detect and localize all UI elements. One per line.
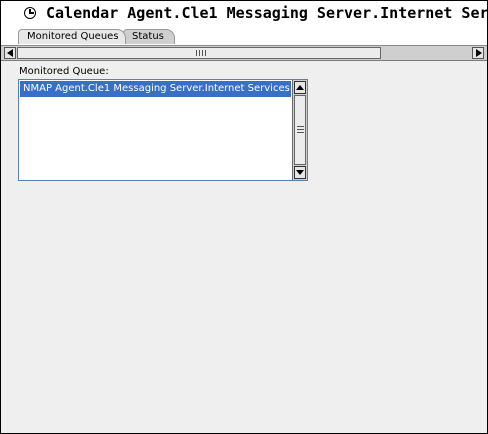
vertical-scrollbar[interactable] [292, 80, 307, 180]
scroll-down-arrow-icon[interactable] [294, 166, 306, 179]
list-item[interactable]: NMAP Agent.Cle1 Messaging Server.Interne… [20, 81, 291, 97]
agent-window: Calendar Agent.Cle1 Messaging Server.Int… [0, 0, 488, 434]
monitored-queue-list[interactable]: NMAP Agent.Cle1 Messaging Server.Interne… [18, 79, 308, 181]
tab-status[interactable]: Status [123, 29, 175, 44]
tab-monitored-queues[interactable]: Monitored Queues [18, 29, 126, 44]
clock-icon [24, 7, 36, 19]
tab-bar: Status Monitored Queues [1, 28, 487, 46]
monitored-queue-label: Monitored Queue: [19, 66, 109, 77]
horizontal-scroll-thumb[interactable] [17, 47, 381, 59]
grip-icon [196, 50, 206, 56]
window-title: Calendar Agent.Cle1 Messaging Server.Int… [46, 4, 487, 22]
vertical-scroll-thumb[interactable] [294, 95, 306, 165]
scroll-right-arrow-icon[interactable] [472, 47, 484, 59]
scroll-left-arrow-icon[interactable] [4, 47, 16, 59]
grip-icon [297, 126, 304, 135]
horizontal-scrollbar[interactable] [1, 46, 487, 61]
title-bar: Calendar Agent.Cle1 Messaging Server.Int… [1, 1, 487, 28]
scroll-up-arrow-icon[interactable] [294, 81, 306, 94]
